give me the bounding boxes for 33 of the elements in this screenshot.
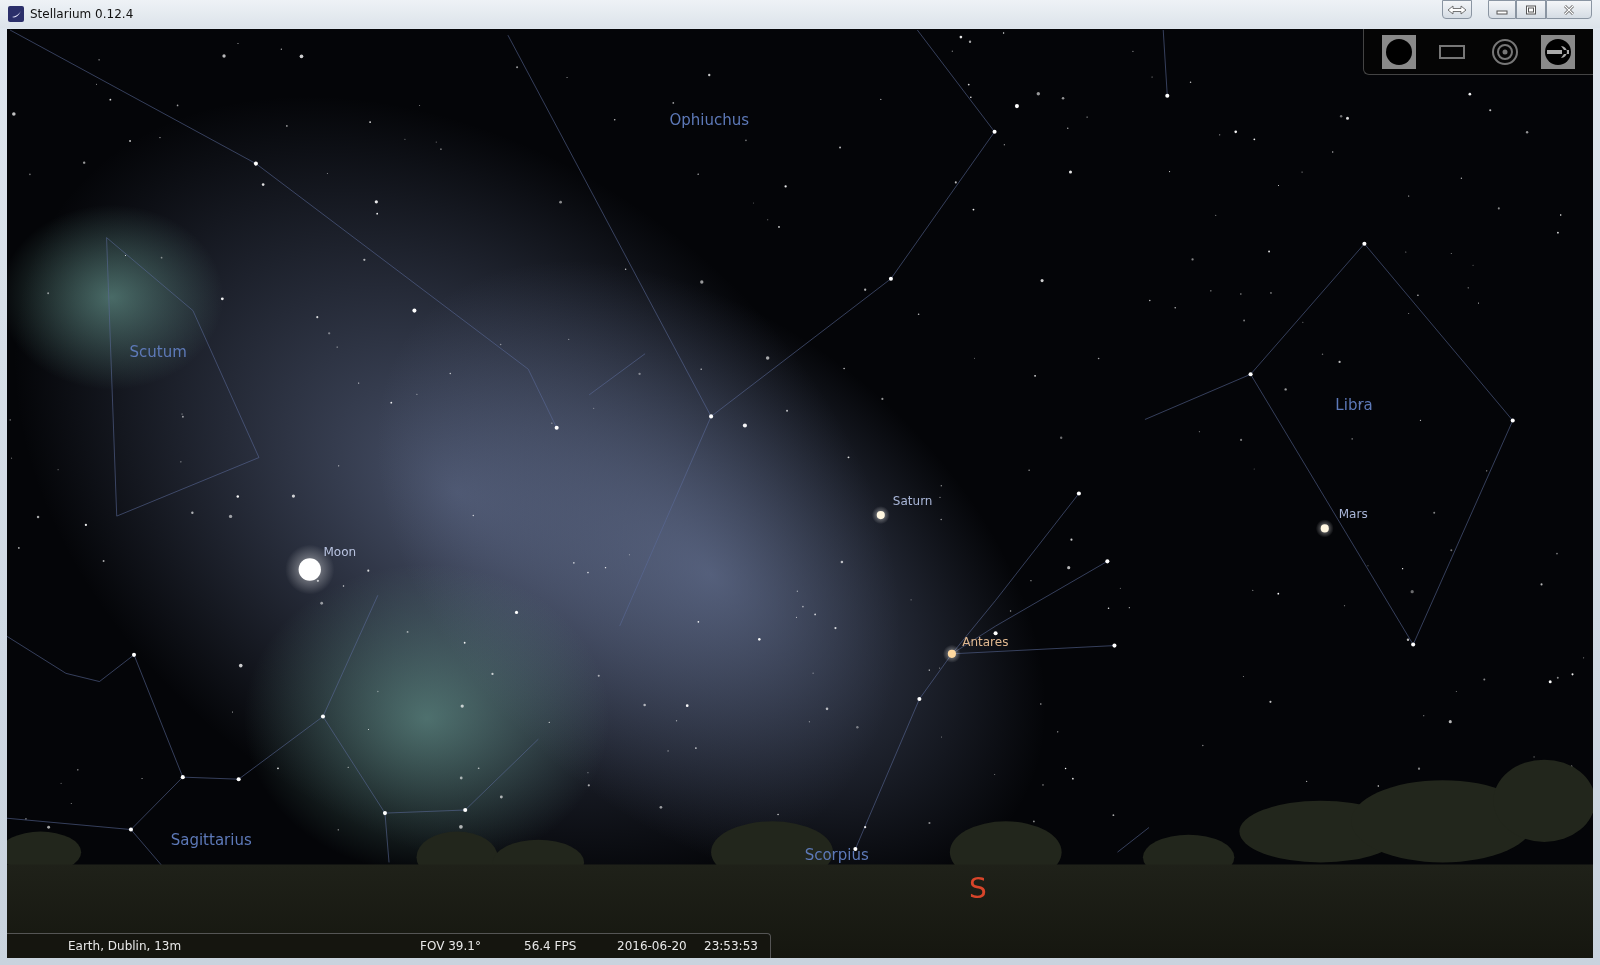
- celestial-object-marker[interactable]: [942, 644, 961, 663]
- close-icon: [1563, 4, 1575, 15]
- double-arrow-icon: [1447, 4, 1467, 15]
- object-label: Antares: [962, 634, 1009, 649]
- disc-icon: [1383, 36, 1414, 67]
- constellation-label: Scutum: [129, 343, 187, 362]
- window-title: Stellarium 0.12.4: [30, 7, 134, 21]
- constellation-label: Sagittarius: [170, 830, 252, 849]
- disc-button[interactable]: [1381, 34, 1416, 69]
- cardinal-direction: S: [969, 872, 987, 905]
- maximize-button[interactable]: [1516, 0, 1546, 19]
- location-text: Earth, Dublin, 13m: [68, 939, 182, 953]
- time-text: 23:53:53: [704, 939, 758, 953]
- maximize-icon: [1525, 4, 1537, 15]
- object-label: Saturn: [892, 494, 933, 509]
- fps-text: 56.4 FPS: [524, 939, 577, 953]
- fov-text: FOV 39.1°: [420, 939, 481, 953]
- wrench-icon: [1543, 36, 1574, 67]
- constellation-label: Ophiuchus: [669, 111, 749, 130]
- app-icon: [8, 6, 24, 22]
- constellation-label: Libra: [1335, 396, 1373, 415]
- resize-button[interactable]: [1442, 0, 1472, 19]
- celestial-object-marker[interactable]: [871, 506, 890, 525]
- constellation-label: Scorpius: [804, 846, 869, 865]
- constellation-figure-lines: [1162, 29, 1168, 97]
- object-label: Mars: [1338, 507, 1368, 522]
- object-label: Moon: [323, 545, 357, 560]
- celestial-object-marker[interactable]: [1315, 519, 1334, 538]
- wrench-button[interactable]: [1541, 34, 1576, 69]
- sky-view[interactable]: Ophiuchus Scutum Libra Sagittarius Scorpius Saturn Moon Antares Mars S Earth, Dublin, 13m FOV 39.1° 56.4 FPS 2016-06-20 23:53:53: [7, 29, 1593, 958]
- target-icon: [1490, 36, 1521, 67]
- constellation-figure-lines: [1117, 827, 1150, 853]
- date-text: 2016-06-20: [617, 939, 687, 953]
